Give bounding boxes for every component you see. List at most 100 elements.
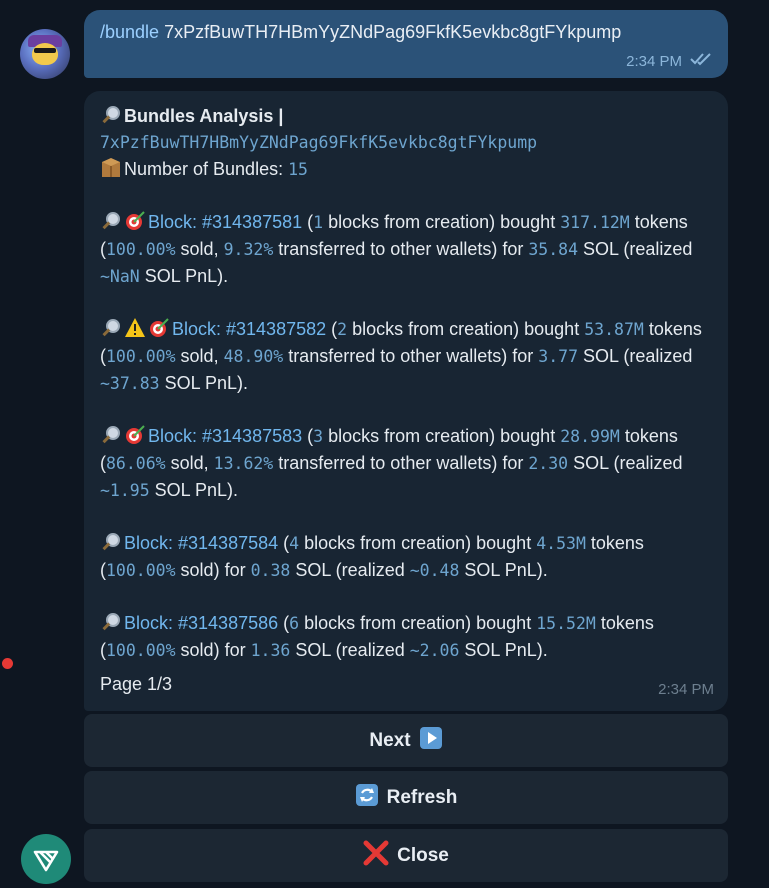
next-button[interactable]: Next [84,714,728,767]
text-fragment: SOL (realized [290,560,410,580]
magnifier-icon [100,424,122,446]
play-icon [419,726,443,756]
token-address[interactable]: 7xPzfBuwTH7HBmYyZNdPag69FkfK5evkbc8gtFYk… [100,133,537,152]
bought-amount: 28.99M [560,427,620,446]
sol-amount: 35.84 [528,240,579,259]
text-fragment: blocks from creation) bought [323,426,561,446]
text-fragment: sold) for [175,640,251,660]
text-fragment: transferred to other wallets) for [283,346,539,366]
realized-pnl: ~37.83 [100,374,160,393]
sol-amount: 2.30 [528,454,569,473]
block-link[interactable]: Block: #314387581 [148,212,302,232]
text-fragment: sold, [175,346,224,366]
bought-amount: 4.53M [536,534,586,553]
avatar-duck [32,43,58,65]
bot-message-bubble: Bundles Analysis | 7xPzfBuwTH7HBmYyZNdPa… [84,91,728,711]
sol-amount: 0.38 [250,561,291,580]
user-message-time: 2:34 PM [626,52,682,70]
refresh-button[interactable]: Refresh [84,771,728,824]
close-x-icon [363,840,389,872]
sol-amount: 1.36 [250,641,291,660]
text-fragment: blocks from creation) bought [299,533,537,553]
double-check-icon [690,52,714,70]
package-icon [100,157,122,179]
user-message-bubble: /bundle 7xPzfBuwTH7HBmYyZNdPag69FkfK5evk… [84,10,728,78]
bought-amount: 317.12M [560,213,630,232]
blocks-from-creation: 6 [289,614,300,633]
realized-pnl: ~NaN [100,267,140,286]
next-button-label: Next [369,729,411,751]
magnifier-icon [100,317,122,339]
transferred-percent: 9.32% [223,240,274,259]
realized-pnl: ~1.95 [100,481,150,500]
block-entry: Block: #314387581 (1 blocks from creatio… [100,209,712,290]
realized-pnl: ~0.48 [409,561,460,580]
realized-pnl: ~2.06 [409,641,460,660]
blocks-from-creation: 4 [289,534,300,553]
block-link[interactable]: Block: #314387583 [148,426,302,446]
refresh-icon [355,783,379,813]
text-fragment: sold, [175,239,224,259]
transferred-percent: 48.90% [223,347,284,366]
sold-percent: 100.00% [106,347,176,366]
text-fragment: SOL (realized [290,640,410,660]
block-entry: Block: #314387583 (3 blocks from creatio… [100,423,712,504]
text-fragment: SOL PnL). [459,640,548,660]
refresh-button-label: Refresh [386,786,458,808]
sold-percent: 100.00% [106,240,176,259]
blocks-from-creation: 2 [337,320,348,339]
block-entry: Block: #314387582 (2 blocks from creatio… [100,316,712,397]
bundles-count: 15 [288,160,308,179]
text-fragment: SOL PnL). [139,266,229,286]
warning-icon [124,317,146,339]
bought-amount: 53.87M [584,320,644,339]
text-fragment: SOL PnL). [159,373,248,393]
block-link[interactable]: Block: #314387584 [124,533,278,553]
text-fragment: SOL (realized [578,346,693,366]
command-argument: 7xPzfBuwTH7HBmYyZNdPag69FkfK5evkbc8gtFYk… [164,22,622,42]
text-fragment: blocks from creation) bought [323,212,561,232]
text-fragment: sold, [165,453,214,473]
command-link[interactable]: /bundle [100,22,159,42]
avatar-glasses [34,48,56,53]
close-button[interactable]: Close [84,829,728,882]
blocks-from-creation: 3 [313,427,324,446]
bot-avatar[interactable] [21,834,71,884]
user-message-meta: 2:34 PM [626,52,714,70]
block-entry: Block: #314387584 (4 blocks from creatio… [100,530,712,584]
block-link[interactable]: Block: #314387582 [172,319,326,339]
bought-amount: 15.52M [536,614,596,633]
analysis-title: Bundles Analysis | [124,106,284,126]
transferred-percent: 13.62% [213,454,274,473]
unread-indicator-dot [2,658,13,669]
sol-amount: 3.77 [538,347,579,366]
bot-message-time: 2:34 PM [658,681,714,698]
magnifier-icon [100,210,122,232]
magnifier-icon [100,104,122,126]
text-fragment: transferred to other wallets) for [273,453,529,473]
target-icon [124,424,146,446]
text-fragment: SOL (realized [583,239,693,259]
text-fragment: sold) for [175,560,251,580]
text-fragment: blocks from creation) bought [299,613,537,633]
magnifier-icon [100,611,122,633]
target-icon [124,210,146,232]
close-button-label: Close [397,844,449,866]
text-fragment: SOL PnL). [459,560,548,580]
block-entry: Block: #314387586 (6 blocks from creatio… [100,610,712,664]
blocks-from-creation: 1 [313,213,324,232]
bundles-label: Number of Bundles: [124,159,284,179]
target-icon [148,317,170,339]
user-message-text: /bundle 7xPzfBuwTH7HBmYyZNdPag69FkfK5evk… [100,22,712,43]
text-fragment: transferred to other wallets) for [273,239,529,259]
sold-percent: 86.06% [106,454,166,473]
sold-percent: 100.00% [106,561,176,580]
text-fragment: SOL (realized [573,453,683,473]
magnifier-icon [100,531,122,553]
bot-logo-icon [33,850,59,872]
text-fragment: blocks from creation) bought [347,319,585,339]
block-link[interactable]: Block: #314387586 [124,613,278,633]
text-fragment: SOL PnL). [149,480,239,500]
sold-percent: 100.00% [106,641,176,660]
user-avatar[interactable] [20,29,70,79]
